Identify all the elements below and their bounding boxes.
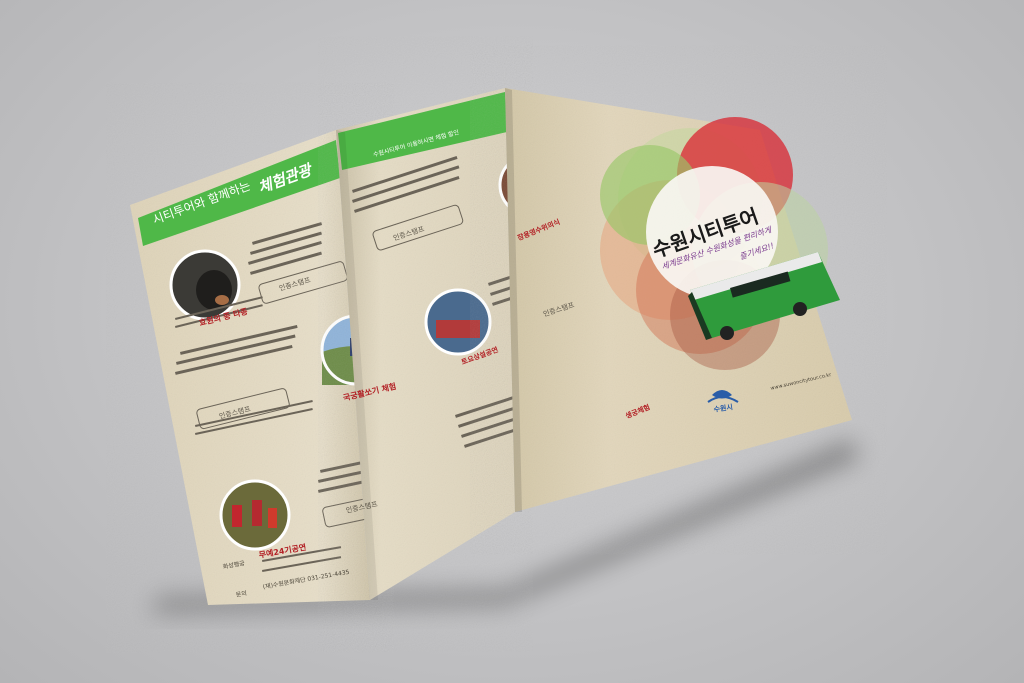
cover-panel [505, 88, 852, 512]
contact-label: 문의 [235, 590, 248, 599]
brochure-scene [130, 88, 860, 612]
